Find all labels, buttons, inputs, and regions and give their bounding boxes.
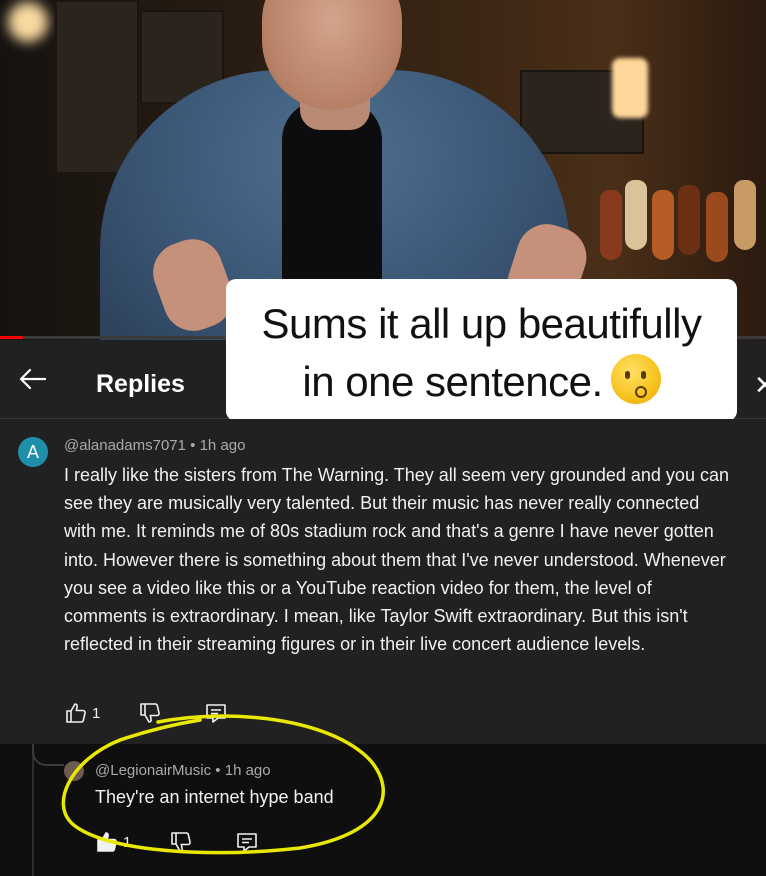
arrow-left-icon[interactable] — [18, 368, 46, 390]
guitar — [678, 185, 700, 255]
reply-icon[interactable] — [204, 701, 228, 725]
lamp-light — [8, 2, 48, 42]
caption-line-2-text: in one sentence. — [302, 358, 603, 405]
lamp-light — [612, 58, 648, 118]
close-icon[interactable]: ✕ — [754, 370, 766, 401]
thread-line — [32, 744, 34, 876]
avatar[interactable] — [64, 761, 84, 781]
thread-connector — [32, 744, 64, 766]
comment-text: I really like the sisters from The Warni… — [64, 465, 729, 655]
comment-author[interactable]: @alanadams7071 — [64, 437, 186, 454]
comment-meta: @alanadams7071 • 1h ago — [64, 437, 245, 454]
guitar — [734, 180, 756, 250]
kissing-face-emoji-icon — [610, 354, 661, 404]
caption-sticker: Sums it all up beautifully in one senten… — [226, 279, 737, 421]
avatar[interactable]: A — [18, 437, 48, 467]
like-icon[interactable] — [64, 701, 88, 725]
guitar — [652, 190, 674, 260]
caption-line-1: Sums it all up beautifully — [261, 300, 702, 347]
like-count: 1 — [123, 834, 132, 851]
like-count: 1 — [92, 705, 101, 722]
reply-icon[interactable] — [235, 830, 259, 854]
guitar — [600, 190, 622, 260]
reply-author[interactable]: @LegionairMusic — [95, 762, 211, 779]
reply-comment: @LegionairMusic • 1h ago They're an inte… — [0, 744, 766, 876]
dislike-icon[interactable] — [169, 830, 193, 854]
caption-line-2: in one sentence. — [226, 353, 737, 411]
video-progress-fill — [0, 336, 23, 339]
reply-time: 1h ago — [224, 762, 271, 779]
guitar — [625, 180, 647, 250]
meta-separator: • — [190, 437, 196, 454]
amplifier-stack — [55, 0, 139, 174]
comment-time: 1h ago — [199, 437, 246, 454]
like-icon[interactable] — [95, 830, 119, 854]
meta-separator: • — [215, 762, 221, 779]
guitar — [706, 192, 728, 262]
reply-meta: @LegionairMusic • 1h ago — [95, 762, 271, 779]
parent-comment: A @alanadams7071 • 1h ago I really like … — [0, 419, 766, 744]
reply-text: They're an internet hype band — [95, 787, 334, 807]
dislike-icon[interactable] — [138, 701, 162, 725]
replies-title: Replies — [96, 370, 185, 398]
